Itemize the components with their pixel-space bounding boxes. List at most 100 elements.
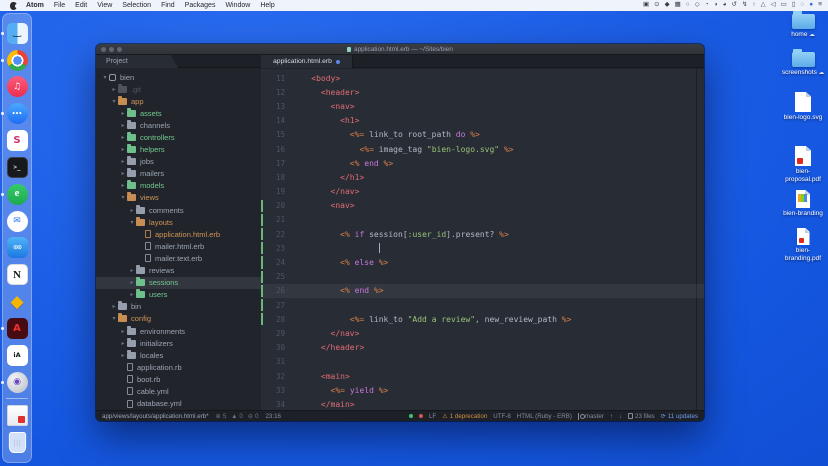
status-cursor-position[interactable]: 23:16: [265, 413, 280, 420]
status-diagnostics[interactable]: ⊕5▲0⊖0: [216, 413, 259, 420]
dock-item-slack[interactable]: [7, 130, 28, 151]
dock-item-notion[interactable]: [7, 264, 28, 285]
zoom-button[interactable]: [117, 47, 122, 52]
tree-item-mailer-text-erb[interactable]: mailer.text.erb: [96, 252, 261, 264]
tree-item-comments[interactable]: ▸comments: [96, 204, 261, 216]
dock-item-airmail[interactable]: [7, 211, 28, 232]
tree-item-application-rb[interactable]: application.rb: [96, 361, 261, 373]
chevron-right-icon[interactable]: ▸: [128, 207, 136, 214]
dock-item-terminal[interactable]: [7, 157, 28, 178]
code-line-14[interactable]: 14 <h1>: [261, 114, 704, 128]
code-line-24[interactable]: 24 <% else %>: [261, 255, 704, 269]
search-icon[interactable]: ◌: [800, 2, 804, 9]
shield-icon[interactable]: ◆: [665, 2, 670, 9]
dock-item-tweetbot[interactable]: [7, 237, 28, 258]
code-line-17[interactable]: 17 <% end %>: [261, 156, 704, 170]
tree-item-views[interactable]: ▾views: [96, 192, 261, 204]
chevron-right-icon[interactable]: ▸: [119, 146, 127, 153]
code-line-27[interactable]: 27: [261, 298, 704, 312]
code-line-11[interactable]: 11 <body>: [261, 71, 704, 85]
tree-item-boot-rb[interactable]: boot.rb: [96, 373, 261, 385]
tree-item-jobs[interactable]: ▸jobs: [96, 156, 261, 168]
chevron-right-icon[interactable]: ▸: [110, 86, 118, 93]
code-line-15[interactable]: 15 <%= link_to root_path do %>: [261, 128, 704, 142]
menu-edit[interactable]: Edit: [75, 2, 87, 9]
chevron-right-icon[interactable]: ▸: [128, 291, 136, 298]
clock3-icon[interactable]: ◕: [723, 2, 727, 9]
chevron-right-icon[interactable]: ▸: [119, 110, 127, 117]
code-line-13[interactable]: 13 <nav>: [261, 99, 704, 113]
tree-item-bin[interactable]: ▸bin: [96, 301, 261, 313]
code-line-34[interactable]: 34 </main>: [261, 397, 704, 410]
tree-item-mailer-html-erb[interactable]: mailer.html.erb: [96, 240, 261, 252]
tree-item-reviews[interactable]: ▸reviews: [96, 265, 261, 277]
status-line-ending[interactable]: LF: [429, 413, 436, 420]
window-titlebar[interactable]: application.html.erb — ~/Sites/bien: [96, 44, 704, 55]
dock-item-trash[interactable]: [7, 432, 28, 453]
dock-item-messages[interactable]: [7, 103, 28, 124]
chevron-right-icon[interactable]: ▸: [119, 328, 127, 335]
tree-item-users[interactable]: ▸users: [96, 289, 261, 301]
info-icon[interactable]: ⊙: [654, 2, 659, 9]
clock2-icon[interactable]: ◑: [714, 2, 718, 9]
circle-icon[interactable]: ○: [686, 2, 690, 9]
desktop-icon-bien-branding[interactable]: bien-branding: [779, 190, 827, 218]
menu-packages[interactable]: Packages: [185, 2, 216, 9]
chevron-right-icon[interactable]: ▸: [128, 279, 136, 286]
status-updates[interactable]: ⟳ 11 updates: [661, 413, 698, 420]
tree-item-locales[interactable]: ▸locales: [96, 349, 261, 361]
code-line-33[interactable]: 33 <%= yield %>: [261, 383, 704, 397]
tree-item-layouts[interactable]: ▾layouts: [96, 216, 261, 228]
code-line-20[interactable]: 20 <nav>: [261, 199, 704, 213]
dock-item-documents[interactable]: [7, 405, 28, 426]
dock-item-ia-writer[interactable]: [7, 345, 28, 366]
tree-item-config[interactable]: ▾config: [96, 313, 261, 325]
tree-item-environments[interactable]: ▸environments: [96, 325, 261, 337]
chevron-right-icon[interactable]: ▸: [119, 340, 127, 347]
menu-atom[interactable]: Atom: [26, 2, 44, 9]
tree-item-mailers[interactable]: ▸mailers: [96, 168, 261, 180]
code-line-18[interactable]: 18 </h1>: [261, 170, 704, 184]
code-line-30[interactable]: 30 </header>: [261, 341, 704, 355]
chevron-down-icon[interactable]: ▾: [119, 194, 127, 201]
status-encoding[interactable]: UTF-8: [493, 413, 511, 420]
code-line-23[interactable]: 23: [261, 241, 704, 255]
close-button[interactable]: [101, 47, 106, 52]
code-line-22[interactable]: 22 <% if session[:user_id].present? %>: [261, 227, 704, 241]
chevron-right-icon[interactable]: ▸: [128, 267, 136, 274]
tree-item-controllers[interactable]: ▸controllers: [96, 131, 261, 143]
menu-window[interactable]: Window: [225, 2, 250, 9]
tree-item-database-yml[interactable]: database.yml: [96, 398, 261, 410]
tree-item-sessions[interactable]: ▸sessions: [96, 277, 261, 289]
display-icon[interactable]: ▭: [781, 2, 787, 9]
chevron-down-icon[interactable]: ▾: [110, 98, 118, 105]
dock-item-music[interactable]: [7, 76, 28, 97]
chevron-right-icon[interactable]: ▸: [119, 158, 127, 165]
desktop-icon-bien-branding-pdf[interactable]: bien-branding.pdf: [779, 228, 827, 262]
code-line-12[interactable]: 12 <header>: [261, 85, 704, 99]
tree-item-channels[interactable]: ▸channels: [96, 119, 261, 131]
notification-center-icon[interactable]: ≡: [818, 2, 822, 9]
menu-selection[interactable]: Selection: [122, 2, 151, 9]
dock-item-acrobat[interactable]: [7, 318, 28, 339]
airplay-icon[interactable]: ↑: [752, 2, 755, 9]
dock-item-finder[interactable]: [7, 23, 28, 44]
battery-icon[interactable]: ▯: [792, 2, 796, 9]
git-pull-icon[interactable]: ↓: [619, 413, 622, 420]
dock-item-evernote[interactable]: [7, 184, 28, 205]
tree-item-app[interactable]: ▾app: [96, 95, 261, 107]
app-window-icon[interactable]: ▦: [675, 2, 681, 9]
clock-icon[interactable]: ◔: [705, 2, 709, 9]
volume-icon[interactable]: ◁: [771, 2, 776, 9]
tree-item-bien[interactable]: ▾bien: [96, 71, 261, 83]
time-machine-icon[interactable]: ↺: [732, 2, 737, 9]
desktop-icon-home[interactable]: home ☁: [779, 14, 827, 40]
status-file-path[interactable]: app/views/layouts/application.html.erb*: [102, 413, 209, 420]
wifi-icon[interactable]: △: [761, 2, 766, 9]
chevron-right-icon[interactable]: ▸: [119, 170, 127, 177]
status-files-count[interactable]: 23 files: [628, 413, 655, 420]
code-line-28[interactable]: 28 <%= link_to "Add a review", new_revie…: [261, 312, 704, 326]
chevron-down-icon[interactable]: ▾: [128, 219, 136, 226]
dock-item-sketch[interactable]: [7, 291, 28, 312]
tree-item-helpers[interactable]: ▸helpers: [96, 144, 261, 156]
